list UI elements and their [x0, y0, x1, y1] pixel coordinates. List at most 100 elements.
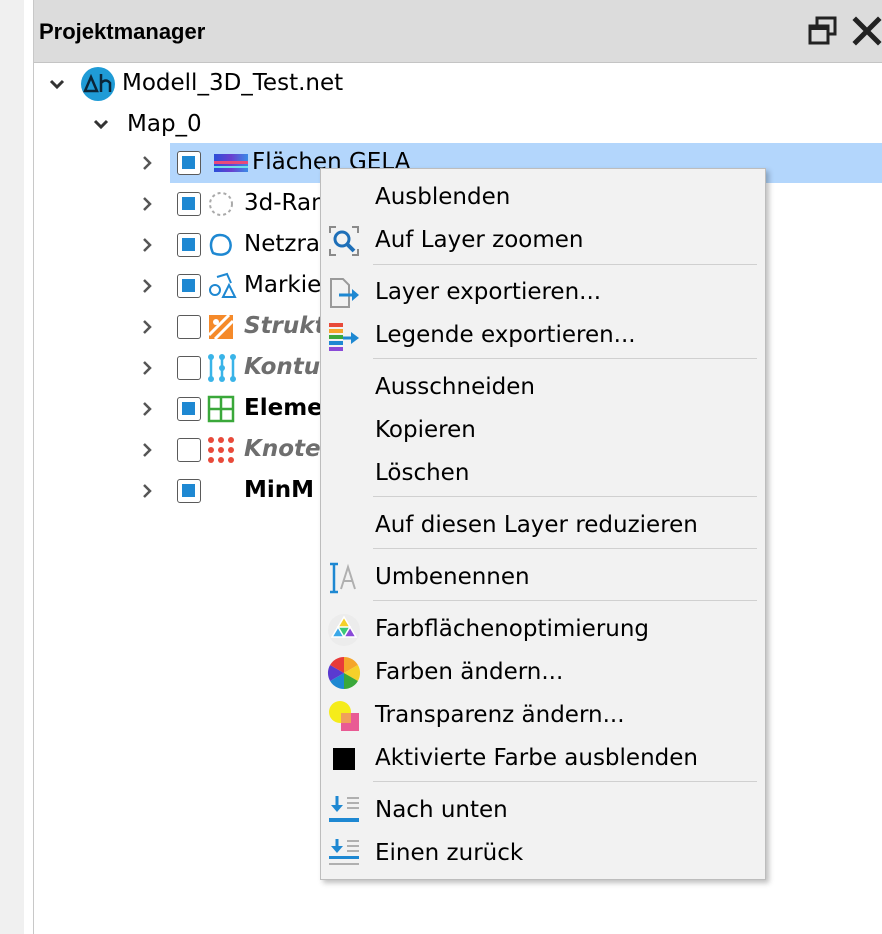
- menu-item-rename[interactable]: Umbenennen: [321, 558, 765, 598]
- menu-separator: [373, 264, 757, 265]
- menu-item-copy[interactable]: Kopieren: [321, 411, 765, 451]
- chevron-right-icon[interactable]: [138, 441, 156, 459]
- layer-row-elemente[interactable]: Eleme: [130, 390, 323, 428]
- menu-item-label: Nach unten: [375, 797, 508, 823]
- layer-label: MinM: [244, 477, 315, 503]
- menu-item-label: Aktivierte Farbe ausblenden: [375, 745, 698, 771]
- layer-row-minmax[interactable]: MinM: [130, 472, 320, 510]
- rename-icon: [327, 561, 361, 595]
- chevron-down-icon[interactable]: [92, 116, 110, 134]
- menu-item-label: Kopieren: [375, 417, 476, 443]
- contour-icon: [207, 353, 237, 383]
- menu-separator: [373, 358, 757, 359]
- layer-label: 3d-Ran: [244, 190, 326, 216]
- left-gutter: [0, 0, 24, 934]
- menu-item-label: Auf Layer zoomen: [375, 227, 584, 253]
- menu-item-move-back[interactable]: Einen zurück: [321, 834, 765, 874]
- layer-label: Kontu: [244, 354, 321, 380]
- menu-item-label: Layer exportieren...: [375, 279, 602, 305]
- chevron-right-icon[interactable]: [138, 400, 156, 418]
- boundary-icon: [207, 190, 235, 218]
- elements-grid-icon: [207, 395, 235, 423]
- project-label: Modell_3D_Test.net: [122, 70, 344, 96]
- tree-item-map[interactable]: Map_0: [34, 106, 882, 144]
- map-label: Map_0: [127, 111, 202, 137]
- menu-item-move-down[interactable]: Nach unten: [321, 791, 765, 831]
- menu-item-label: Transparenz ändern...: [375, 702, 625, 728]
- export-layer-icon: [327, 276, 361, 310]
- menu-item-label: Einen zurück: [375, 840, 524, 866]
- surface-layer-icon: [214, 152, 248, 174]
- menu-item-change-transparency[interactable]: Transparenz ändern...: [321, 696, 765, 736]
- black-square-icon: [327, 742, 361, 776]
- menu-item-label: Ausschneiden: [375, 374, 535, 400]
- menu-item-delete[interactable]: Löschen: [321, 454, 765, 494]
- move-back-icon: [327, 837, 361, 871]
- chevron-right-icon[interactable]: [138, 318, 156, 336]
- layer-row-netzrand[interactable]: Netzra: [130, 226, 320, 264]
- menu-item-change-colors[interactable]: Farben ändern...: [321, 653, 765, 693]
- chevron-down-icon[interactable]: [48, 76, 66, 94]
- layer-checkbox[interactable]: [177, 397, 201, 421]
- menu-separator: [373, 600, 757, 601]
- layer-row-3d-rand[interactable]: 3d-Ran: [130, 185, 326, 223]
- layer-label: Eleme: [244, 395, 323, 421]
- transparency-icon: [327, 699, 361, 733]
- layer-label: Netzra: [244, 231, 320, 257]
- marker-icon: [207, 271, 237, 301]
- menu-item-label: Ausblenden: [375, 184, 511, 210]
- menu-item-hide[interactable]: Ausblenden: [321, 178, 765, 218]
- zoom-layer-icon: [327, 224, 361, 258]
- layer-checkbox[interactable]: [177, 438, 201, 462]
- menu-item-cut[interactable]: Ausschneiden: [321, 368, 765, 408]
- layer-checkbox[interactable]: [177, 356, 201, 380]
- layer-row-kontur[interactable]: Kontu: [130, 349, 320, 387]
- panel-title: Projektmanager: [39, 19, 206, 44]
- structure-icon: [207, 313, 235, 341]
- chevron-right-icon[interactable]: [138, 277, 156, 295]
- layer-row-knoten[interactable]: Knoten: [130, 431, 337, 469]
- menu-item-label: Legende exportieren...: [375, 322, 636, 348]
- menu-separator: [373, 781, 757, 782]
- float-panel-icon[interactable]: [806, 14, 840, 48]
- layer-row-markierung[interactable]: Markie: [130, 267, 322, 305]
- menu-item-label: Farbflächenoptimierung: [375, 616, 650, 642]
- menu-item-label: Löschen: [375, 460, 470, 486]
- layer-checkbox[interactable]: [177, 233, 201, 257]
- export-legend-icon: [327, 319, 361, 353]
- menu-separator: [373, 496, 757, 497]
- menu-item-color-optimize[interactable]: Farbflächenoptimierung: [321, 610, 765, 650]
- color-wheel-icon: [327, 656, 361, 690]
- net-boundary-icon: [207, 231, 235, 259]
- layer-checkbox[interactable]: [177, 479, 201, 503]
- layer-checkbox[interactable]: [177, 274, 201, 298]
- nodes-icon: [207, 436, 235, 464]
- chevron-right-icon[interactable]: [138, 154, 156, 172]
- project-logo-icon: [80, 66, 116, 102]
- chevron-right-icon[interactable]: [138, 195, 156, 213]
- menu-item-label: Auf diesen Layer reduzieren: [375, 512, 698, 538]
- menu-item-hide-active-color[interactable]: Aktivierte Farbe ausblenden: [321, 739, 765, 779]
- layer-label: Strukt: [244, 313, 326, 339]
- move-down-icon: [327, 794, 361, 828]
- tree-item-project[interactable]: Modell_3D_Test.net: [34, 64, 882, 102]
- layer-row-struktur[interactable]: Strukt: [130, 308, 326, 346]
- color-optimize-icon: [327, 613, 361, 647]
- chevron-right-icon[interactable]: [138, 236, 156, 254]
- layer-checkbox[interactable]: [177, 192, 201, 216]
- layer-checkbox[interactable]: [177, 315, 201, 339]
- menu-item-export-legend[interactable]: Legende exportieren...: [321, 316, 765, 356]
- panel-titlebar: Projektmanager: [34, 0, 882, 63]
- chevron-right-icon[interactable]: [138, 482, 156, 500]
- menu-item-label: Umbenennen: [375, 564, 530, 590]
- menu-item-zoom-layer[interactable]: Auf Layer zoomen: [321, 221, 765, 261]
- layer-label: Markie: [244, 272, 322, 298]
- chevron-right-icon[interactable]: [138, 359, 156, 377]
- context-menu: Ausblenden Auf Layer zoomen Layer export…: [320, 168, 766, 880]
- menu-item-reduce-to-layer[interactable]: Auf diesen Layer reduzieren: [321, 506, 765, 546]
- layer-checkbox[interactable]: [177, 151, 201, 175]
- close-panel-icon[interactable]: [850, 14, 882, 48]
- menu-item-label: Farben ändern...: [375, 659, 564, 685]
- menu-separator: [373, 548, 757, 549]
- menu-item-export-layer[interactable]: Layer exportieren...: [321, 273, 765, 313]
